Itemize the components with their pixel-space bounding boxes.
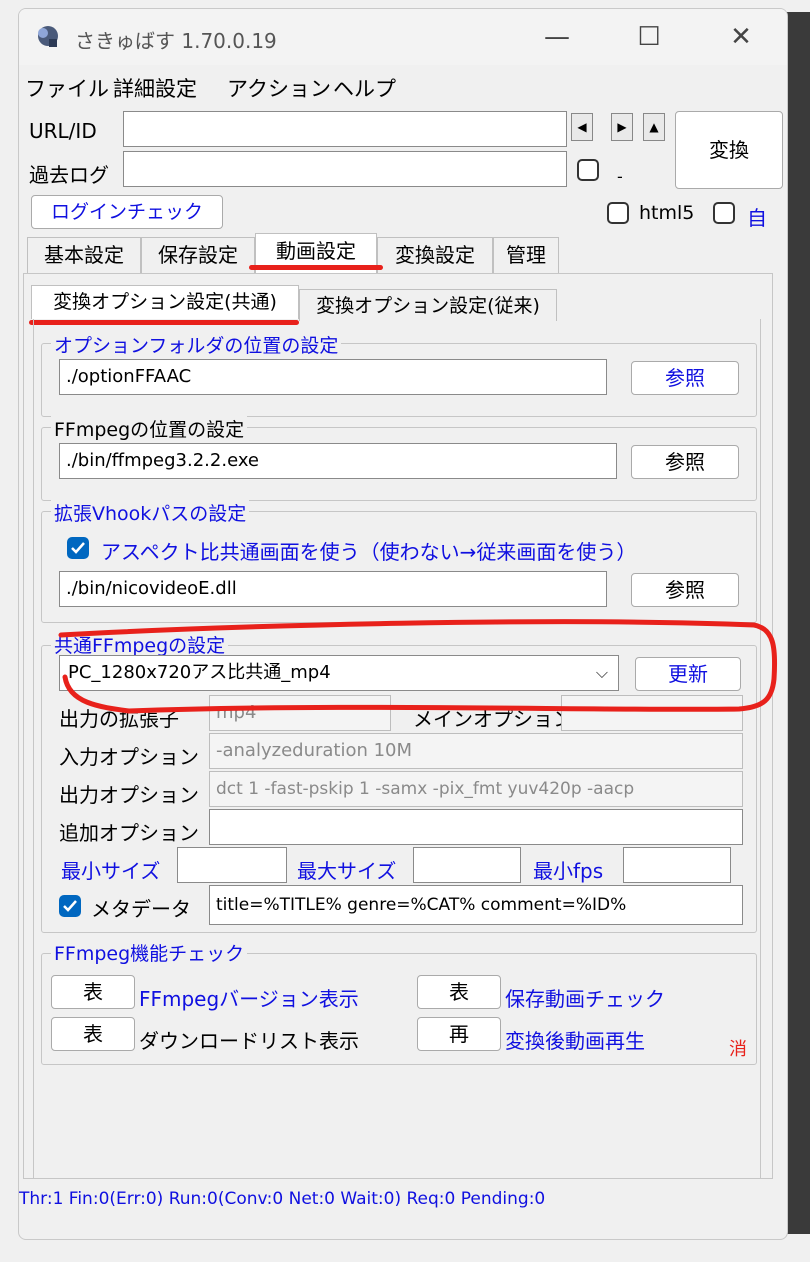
nav-right-button[interactable]: ▶ [611,113,633,141]
extra-option-field[interactable] [209,809,743,845]
tab-basic-settings[interactable]: 基本設定 [27,237,141,273]
min-size-input[interactable] [177,847,287,883]
option-folder-legend: オプションフォルダの位置の設定 [51,331,342,358]
ffmpeg-path-legend: FFmpegの位置の設定 [51,415,248,442]
option-folder-input[interactable]: ./optionFFAAC [59,359,607,395]
nav-left-button[interactable]: ◀ [571,113,593,141]
maximize-button[interactable]: ☐ [603,9,695,65]
play-converted-label: 変換後動画再生 [505,1029,645,1053]
past-log-dash: - [617,167,623,186]
window-title: さきゅばす 1.70.0.19 [75,29,277,53]
metadata-field[interactable]: title=%TITLE% genre=%CAT% comment=%ID% [209,885,743,925]
red-highlight-annotation [58,619,778,714]
checkmark-icon [63,900,77,912]
aspect-common-checkbox[interactable] [67,537,89,559]
download-list-button[interactable]: 表 [51,1017,135,1051]
menu-help[interactable]: ヘルプ [333,73,396,103]
app-icon [38,26,58,47]
download-list-label: ダウンロードリスト表示 [139,1029,359,1053]
extra-option-label: 追加オプション [59,821,199,845]
nav-up-button[interactable]: ▲ [643,113,665,141]
min-size-label: 最小サイズ [61,859,161,883]
ffmpeg-version-button[interactable]: 表 [51,975,135,1009]
app-window: さきゅばす 1.70.0.19 — ☐ ✕ ファイル 詳細設定 アクション ヘル… [18,8,788,1240]
saved-video-check-label: 保存動画チェック [505,987,665,1011]
play-converted-button[interactable]: 再 [417,1017,501,1051]
convert-button[interactable]: 変換 [675,111,783,189]
title-bar: さきゅばす 1.70.0.19 — ☐ ✕ [19,9,787,65]
url-label: URL/ID [29,119,97,143]
vhook-legend: 拡張Vhookパスの設定 [51,499,250,526]
login-check-button[interactable]: ログインチェック [31,195,223,229]
vhook-browse-button[interactable]: 参照 [631,573,739,607]
metadata-label: メタデータ [91,897,191,921]
html5-checkbox[interactable] [607,202,629,224]
subtab-common-options[interactable]: 変換オプション設定(共通) [31,285,299,319]
max-size-input[interactable] [413,847,521,883]
past-log-input[interactable] [123,151,567,187]
saved-video-check-button[interactable]: 表 [417,975,501,1009]
input-option-label: 入力オプション [59,745,199,769]
highlight-underline-tab [249,265,383,270]
url-input[interactable] [123,111,567,147]
metadata-checkbox[interactable] [59,895,81,917]
ffmpeg-check-legend: FFmpeg機能チェック [51,939,248,966]
auto-checkbox[interactable] [713,202,735,224]
min-fps-input[interactable] [623,847,731,883]
ffmpeg-path-input[interactable]: ./bin/ffmpeg3.2.2.exe [59,443,617,479]
aspect-common-label: アスペクト比共通画面を使う（使わない→従来画面を使う） [101,540,637,564]
min-fps-label: 最小fps [533,859,604,883]
vhook-path-input[interactable]: ./bin/nicovideoE.dll [59,571,607,607]
checkmark-icon [71,542,85,554]
erase-button[interactable]: 消 [729,1035,747,1061]
output-option-field[interactable]: dct 1 -fast-pskip 1 -samx -pix_fmt yuv42… [209,771,743,807]
menu-action[interactable]: アクション [227,73,331,103]
tab-manage[interactable]: 管理 [493,237,559,273]
past-log-checkbox[interactable] [577,159,599,181]
tab-save-settings[interactable]: 保存設定 [141,237,255,273]
close-button[interactable]: ✕ [695,9,787,65]
menu-bar: ファイル 詳細設定 アクション ヘルプ [19,69,787,105]
option-folder-browse-button[interactable]: 参照 [631,361,739,395]
output-option-label: 出力オプション [59,783,199,807]
ffmpeg-path-browse-button[interactable]: 参照 [631,445,739,479]
html5-label: html5 [639,202,695,224]
max-size-label: 最大サイズ [297,859,397,883]
auto-label: 自 [747,206,767,230]
input-option-field[interactable]: -analyzeduration 10M [209,733,743,769]
menu-advanced-settings[interactable]: 詳細設定 [113,73,197,103]
past-log-label: 過去ログ [29,163,109,187]
status-bar: Thr:1 Fin:0(Err:0) Run:0(Conv:0 Net:0 Wa… [19,1189,546,1209]
menu-file[interactable]: ファイル [25,73,109,103]
subtab-legacy-options[interactable]: 変換オプション設定(従来) [299,289,557,321]
tab-convert-settings[interactable]: 変換設定 [377,237,493,273]
ffmpeg-version-label: FFmpegバージョン表示 [139,987,359,1011]
minimize-button[interactable]: — [511,9,603,65]
